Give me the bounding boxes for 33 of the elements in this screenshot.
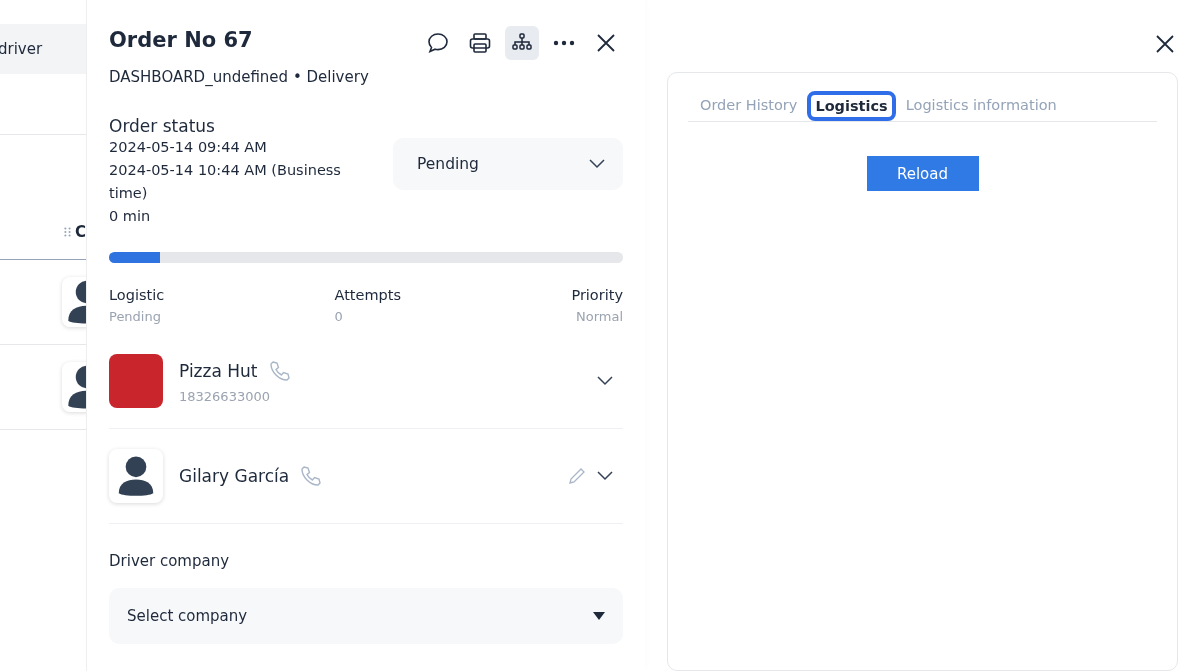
column-header-text: C xyxy=(75,223,86,241)
chat-bubble-icon xyxy=(426,31,450,55)
contact-name: Pizza Hut xyxy=(179,360,258,381)
reload-button[interactable]: Reload xyxy=(866,156,979,191)
stat-value: Normal xyxy=(574,309,623,324)
order-title: Order No 67 xyxy=(109,28,253,52)
order-subtitle: DASHBOARD_undefined • Delivery xyxy=(109,68,370,86)
caret-down-icon xyxy=(593,612,605,620)
close-icon xyxy=(596,33,616,53)
contact-name: Gilary García xyxy=(179,466,290,486)
chevron-down-icon[interactable] xyxy=(597,471,613,481)
more-icon xyxy=(553,40,575,46)
stat-value: Pending xyxy=(109,309,162,324)
timestamp-text: 0 min xyxy=(109,207,152,226)
field-label: Driver company xyxy=(109,552,231,570)
drag-handle-icon[interactable] xyxy=(64,225,71,239)
hierarchy-button[interactable] xyxy=(505,26,539,60)
printer-icon xyxy=(468,31,492,55)
close-icon xyxy=(1155,33,1175,54)
stat-label: Priority xyxy=(571,287,623,303)
chevron-down-icon[interactable] xyxy=(597,376,613,386)
photo-placeholder xyxy=(109,354,163,408)
stat-label: Logistic xyxy=(109,287,165,303)
stat-value: 0 xyxy=(334,309,344,324)
phone-number: 18326633000 xyxy=(179,388,271,404)
tab[interactable]: Logistics xyxy=(807,91,896,121)
timestamp-text: 2024-05-14 10:44 AM (Business time) xyxy=(109,161,342,203)
chevron-down-icon xyxy=(589,159,605,169)
stat-label: Attempts xyxy=(334,287,402,303)
section-title: Order status xyxy=(109,116,216,136)
status-dropdown[interactable]: Pending xyxy=(393,138,623,190)
company-dropdown[interactable]: Select company xyxy=(109,588,623,644)
timestamp-text: 2024-05-14 09:44 AM xyxy=(109,138,268,157)
